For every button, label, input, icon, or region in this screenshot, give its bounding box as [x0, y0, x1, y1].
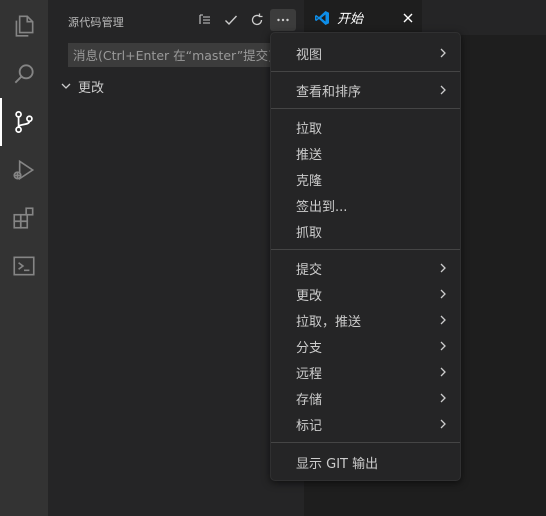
menu-separator	[271, 71, 460, 72]
chevron-right-icon	[440, 315, 446, 325]
panel-title: 源代码管理	[68, 16, 124, 29]
menu-item-fetch[interactable]: 抓取	[271, 218, 460, 244]
check-icon	[225, 15, 238, 26]
menu-item-branch[interactable]: 分支	[271, 333, 460, 359]
menu-item-remote[interactable]: 远程	[271, 359, 460, 385]
tab-close-button[interactable]	[400, 10, 416, 26]
source-control-panel: 源代码管理 更改	[48, 0, 304, 516]
menu-item-changes[interactable]: 更改	[271, 281, 460, 307]
vscode-logo-icon	[315, 10, 329, 25]
tab-strip: 开始	[304, 0, 546, 35]
more-actions-menu: 视图 查看和排序 拉取 推送 克隆 签出到... 抓取 提交 更改 拉取，推送 …	[270, 32, 461, 481]
more-icon	[277, 18, 289, 22]
menu-item-push[interactable]: 推送	[271, 140, 460, 166]
refresh-button[interactable]	[244, 9, 270, 31]
chevron-right-icon	[440, 341, 446, 351]
tree-view-icon	[199, 14, 210, 24]
menu-item-checkout[interactable]: 签出到...	[271, 192, 460, 218]
menu-item-stash[interactable]: 存储	[271, 385, 460, 411]
search-icon[interactable]	[0, 50, 48, 98]
tab-label: 开始	[337, 12, 364, 27]
menu-item-show-git-output[interactable]: 显示 GIT 输出	[271, 449, 460, 475]
menu-item-view-sort[interactable]: 查看和排序	[271, 77, 460, 103]
chevron-right-icon	[440, 48, 446, 58]
close-icon	[403, 13, 413, 23]
extensions-icon[interactable]	[0, 194, 48, 242]
chevron-down-icon	[61, 83, 71, 89]
terminal-icon[interactable]	[0, 242, 48, 290]
chevron-right-icon	[440, 367, 446, 377]
chevron-right-icon	[440, 419, 446, 429]
refresh-icon	[251, 13, 263, 26]
changes-group-header[interactable]: 更改	[58, 76, 104, 96]
run-debug-icon[interactable]	[0, 146, 48, 194]
activity-bar	[0, 0, 48, 516]
more-actions-button[interactable]	[270, 9, 296, 31]
menu-separator	[271, 108, 460, 109]
chevron-right-icon	[440, 263, 446, 273]
menu-item-clone[interactable]: 克隆	[271, 166, 460, 192]
panel-title-actions	[192, 9, 296, 31]
menu-item-pull-push[interactable]: 拉取，推送	[271, 307, 460, 333]
menu-item-view[interactable]: 视图	[271, 40, 460, 66]
source-control-icon[interactable]	[0, 98, 48, 146]
menu-item-pull[interactable]: 拉取	[271, 114, 460, 140]
menu-item-tags[interactable]: 标记	[271, 411, 460, 437]
menu-item-commit[interactable]: 提交	[271, 255, 460, 281]
changes-label: 更改	[78, 80, 105, 96]
chevron-right-icon	[440, 85, 446, 95]
chevron-right-icon	[440, 289, 446, 299]
commit-message-input[interactable]	[68, 43, 304, 67]
tree-view-button[interactable]	[192, 9, 218, 31]
menu-separator	[271, 442, 460, 443]
commit-button[interactable]	[218, 9, 244, 31]
menu-separator	[271, 249, 460, 250]
chevron-right-icon	[440, 393, 446, 403]
explorer-icon[interactable]	[0, 2, 48, 50]
